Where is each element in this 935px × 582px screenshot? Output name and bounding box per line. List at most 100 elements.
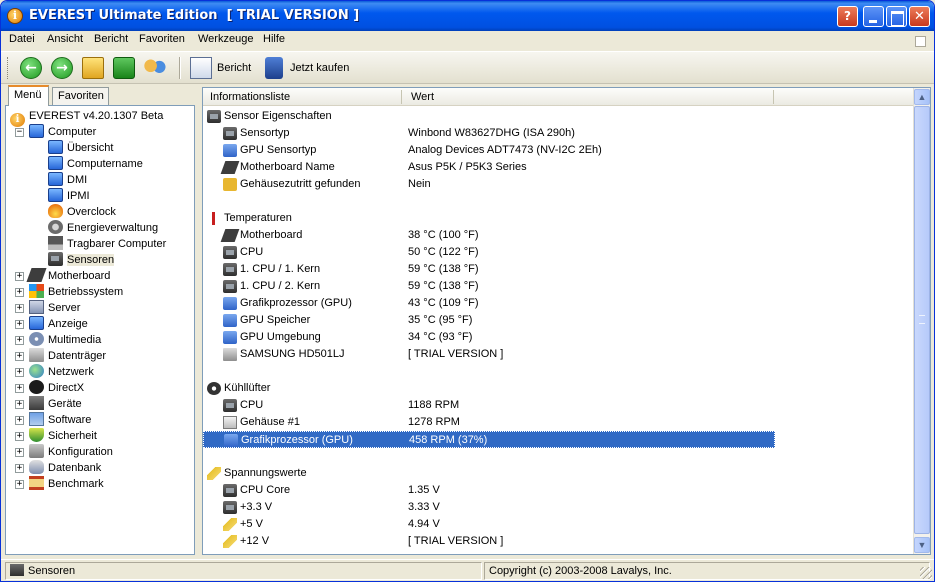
back-button[interactable]: ← [20, 57, 42, 79]
scroll-down-button[interactable]: ▼ [914, 537, 930, 553]
menu-ansicht[interactable]: Ansicht [47, 33, 83, 45]
column-header-info[interactable]: Informationsliste [210, 91, 290, 103]
list-row[interactable]: CPU Core 1.35 V [203, 482, 775, 499]
tree-item-child[interactable]: Overclock [48, 204, 116, 220]
tree-item-label: Overclock [67, 206, 116, 218]
up-folder-button[interactable] [82, 57, 104, 79]
list-row[interactable]: Gehäusezutritt gefunden Nein [203, 176, 775, 193]
tree-expander[interactable]: + [15, 304, 24, 313]
list-row[interactable]: 1. CPU / 2. Kern 59 °C (138 °F) [203, 278, 775, 295]
tree-item-category[interactable]: Anzeige [29, 316, 88, 332]
tree-item-category[interactable]: Server [29, 300, 80, 316]
list-row[interactable]: Motherboard Name Asus P5K / P5K3 Series [203, 159, 775, 176]
vertical-scrollbar[interactable]: ▲ ▼ [913, 88, 930, 554]
row-name: +12 V [240, 535, 270, 547]
list-row[interactable]: GPU Umgebung 34 °C (93 °F) [203, 329, 775, 346]
tab-favoriten[interactable]: Favoriten [52, 87, 109, 106]
tree-expander[interactable]: + [15, 352, 24, 361]
tree-item-category[interactable]: Sicherheit [29, 428, 97, 444]
list-row[interactable]: Gehäuse #1 1278 RPM [203, 414, 775, 431]
tree-item-category[interactable]: Datenträger [29, 348, 106, 364]
scroll-up-button[interactable]: ▲ [914, 89, 930, 105]
tree-item-child[interactable]: Sensoren [48, 252, 115, 268]
tree-item-category[interactable]: Motherboard [26, 268, 110, 284]
help-button[interactable]: ? [837, 6, 858, 27]
tree-expander[interactable]: + [15, 400, 24, 409]
menu-datei[interactable]: Datei [9, 33, 35, 45]
buy-button[interactable]: Jetzt kaufen [290, 62, 349, 74]
forward-button[interactable]: → [51, 57, 73, 79]
menu-favoriten[interactable]: Favoriten [139, 33, 185, 45]
menu-hilfe[interactable]: Hilfe [263, 33, 285, 45]
list-row[interactable]: GPU Speicher 35 °C (95 °F) [203, 312, 775, 329]
list-row[interactable]: SAMSUNG HD501LJ [ TRIAL VERSION ] [203, 346, 775, 363]
list-row[interactable]: Sensortyp Winbond W83627DHG (ISA 290h) [203, 125, 775, 142]
title-bar[interactable]: i EVEREST Ultimate Edition [ TRIAL VERSI… [1, 1, 934, 31]
menu-bericht[interactable]: Bericht [94, 33, 128, 45]
list-row[interactable]: CPU 50 °C (122 °F) [203, 244, 775, 261]
column-header-value[interactable]: Wert [411, 91, 434, 103]
resize-grip[interactable] [920, 567, 932, 579]
users-button[interactable] [144, 57, 166, 79]
tree-item-child[interactable]: Tragbarer Computer [48, 236, 166, 252]
tree-item-computer[interactable]: Computer [29, 124, 96, 140]
tree-item-category[interactable]: DirectX [29, 380, 84, 396]
buy-icon[interactable] [265, 57, 283, 79]
navigation-tree[interactable]: i EVEREST v4.20.1307 Beta − Computer Über… [5, 105, 195, 555]
app-info-icon[interactable]: i [7, 8, 23, 24]
tree-expander[interactable]: + [15, 432, 24, 441]
tree-item-category[interactable]: Multimedia [29, 332, 101, 348]
expander-computer[interactable]: − [15, 128, 24, 137]
tree-item-category[interactable]: Netzwerk [29, 364, 94, 380]
row-name: Gehäusezutritt gefunden [240, 178, 361, 190]
tree-item-label: Datenbank [48, 462, 102, 474]
toolbar-grip[interactable] [7, 57, 10, 79]
tree-item-category[interactable]: Geräte [29, 396, 82, 412]
row-name: +5 V [240, 518, 263, 530]
tree-item-category[interactable]: Software [29, 412, 91, 428]
tree-expander[interactable]: + [15, 336, 24, 345]
close-button[interactable]: ✕ [909, 6, 930, 27]
tree-item-child[interactable]: DMI [48, 172, 87, 188]
tree-expander[interactable]: + [15, 448, 24, 457]
report-button[interactable]: Bericht [217, 62, 251, 74]
tab-menu[interactable]: Menü [8, 85, 49, 106]
maximize-button[interactable] [886, 6, 907, 27]
tree-item-child[interactable]: Übersicht [48, 140, 113, 156]
column-divider[interactable] [401, 90, 402, 104]
tree-item-child[interactable]: IPMI [48, 188, 90, 204]
list-row[interactable]: Grafikprozessor (GPU) 458 RPM (37%) [203, 431, 775, 448]
tree-expander[interactable]: + [15, 464, 24, 473]
list-row[interactable]: 1. CPU / 1. Kern 59 °C (138 °F) [203, 261, 775, 278]
report-icon[interactable] [190, 57, 212, 79]
chip-icon [223, 501, 237, 514]
list-row[interactable]: GPU Sensortyp Analog Devices ADT7473 (NV-… [203, 142, 775, 159]
tree-item-category[interactable]: Betriebssystem [29, 284, 123, 300]
tree-expander[interactable]: + [15, 368, 24, 377]
tree-expander[interactable]: + [15, 480, 24, 489]
tree-expander[interactable]: + [15, 416, 24, 425]
minimize-button[interactable] [863, 6, 884, 27]
row-value: Winbond W83627DHG (ISA 290h) [408, 127, 575, 139]
tree-expander[interactable]: + [15, 384, 24, 393]
tree-item-category[interactable]: Datenbank [29, 460, 101, 476]
tree-item-category[interactable]: Konfiguration [29, 444, 113, 460]
list-row[interactable]: +5 V 4.94 V [203, 516, 775, 533]
tree-item-child[interactable]: Energieverwaltung [48, 220, 158, 236]
list-row[interactable]: Grafikprozessor (GPU) 43 °C (109 °F) [203, 295, 775, 312]
tree-expander[interactable]: + [15, 320, 24, 329]
list-row[interactable]: +12 V [ TRIAL VERSION ] [203, 533, 775, 550]
tree-expander[interactable]: + [15, 272, 24, 281]
tree-item-category[interactable]: Benchmark [29, 476, 104, 492]
menu-werkzeuge[interactable]: Werkzeuge [198, 33, 253, 45]
status-right: Copyright (c) 2003-2008 Lavalys, Inc. [484, 562, 930, 580]
tree-item-child[interactable]: Computername [48, 156, 143, 172]
tree-expander[interactable]: + [15, 288, 24, 297]
scroll-thumb[interactable] [914, 106, 930, 534]
tree-root[interactable]: i EVEREST v4.20.1307 Beta [10, 108, 163, 127]
refresh-button[interactable] [113, 57, 135, 79]
list-row[interactable]: Motherboard 38 °C (100 °F) [203, 227, 775, 244]
list-row[interactable]: CPU 1188 RPM [203, 397, 775, 414]
list-row[interactable]: +3.3 V 3.33 V [203, 499, 775, 516]
column-divider[interactable] [773, 90, 774, 104]
